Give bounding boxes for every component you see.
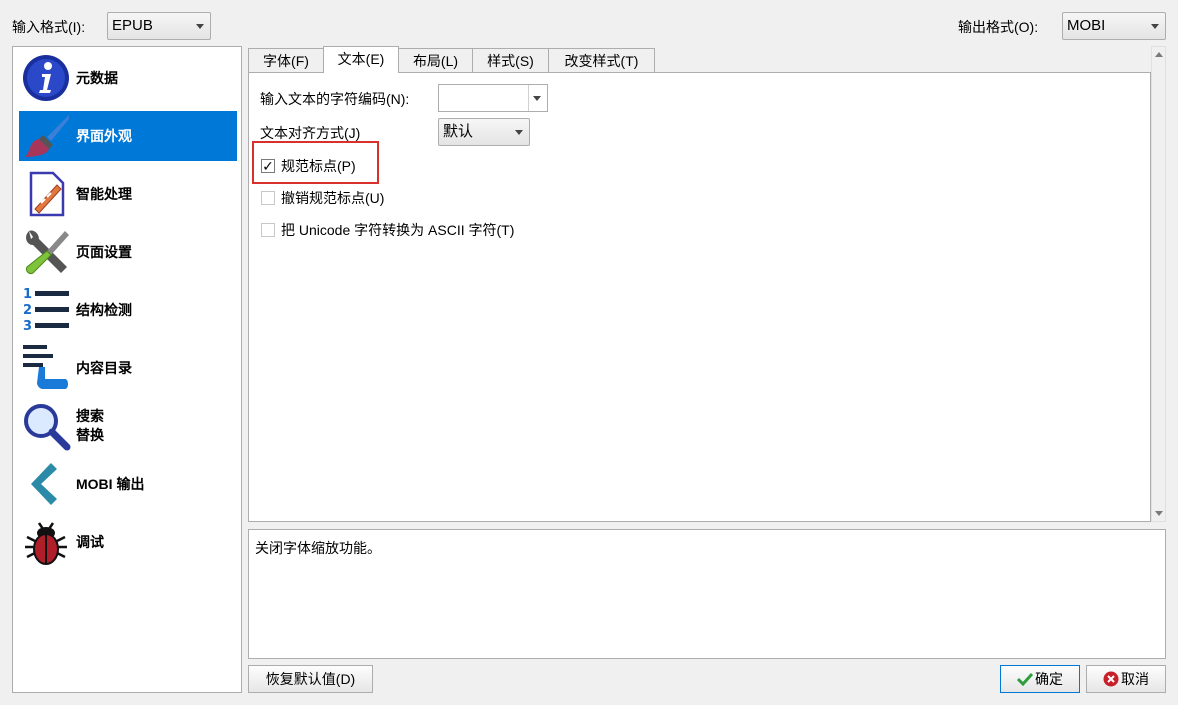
- tab-text[interactable]: 文本(E): [323, 46, 399, 73]
- sidebar-item-metadata[interactable]: 元数据: [19, 53, 237, 103]
- chevron-down-icon: [1151, 24, 1159, 29]
- sidebar-item-label: 元数据: [76, 69, 118, 86]
- scroll-down-icon[interactable]: [1155, 511, 1163, 516]
- sidebar-item-heuristics[interactable]: 智能处理: [19, 169, 237, 219]
- align-label: 文本对齐方式(J): [260, 125, 361, 141]
- bug-icon: [21, 517, 71, 567]
- chevron-down-icon: [196, 24, 204, 29]
- sidebar-item-label: 结构检测: [76, 301, 132, 318]
- sidebar-item-toc[interactable]: 内容目录: [19, 343, 237, 393]
- input-format-value: EPUB: [112, 17, 153, 34]
- input-format-label: 输入格式(I):: [12, 19, 86, 35]
- sidebar-item-label-line2: 替换: [76, 427, 104, 443]
- sidebar-item-label: 调试: [76, 533, 104, 550]
- output-format-label: 输出格式(O):: [958, 19, 1039, 35]
- tab-layout[interactable]: 布局(L): [398, 48, 473, 72]
- sidebar-item-label: 界面外观: [76, 127, 132, 144]
- cancel-icon: [1103, 671, 1119, 687]
- sidebar-item-structure-detection[interactable]: 1 2 3 结构检测: [19, 285, 237, 335]
- sidebar-item-mobi-output[interactable]: MOBI 输出: [19, 459, 237, 509]
- unsmarten-checkbox[interactable]: [261, 191, 275, 205]
- ascii-checkbox[interactable]: [261, 223, 275, 237]
- magnifier-icon: [21, 401, 71, 451]
- panel-scrollbar[interactable]: [1151, 46, 1166, 522]
- encoding-label: 输入文本的字符编码(N):: [260, 91, 410, 107]
- toc-pointer-icon: [21, 343, 71, 393]
- input-format-select[interactable]: EPUB: [107, 12, 211, 40]
- chevron-left-icon: [21, 459, 71, 509]
- scroll-up-icon[interactable]: [1155, 52, 1163, 57]
- annotation-highlight-box: [252, 141, 379, 184]
- sidebar-item-debug[interactable]: 调试: [19, 517, 237, 567]
- tab-transform-styles[interactable]: 改变样式(T): [548, 48, 655, 72]
- align-select[interactable]: 默认: [438, 118, 530, 146]
- sidebar-item-label: 智能处理: [76, 185, 132, 202]
- svg-text:1: 1: [23, 287, 32, 302]
- sidebar-item-look-feel[interactable]: 界面外观: [19, 111, 237, 161]
- output-format-value: MOBI: [1067, 17, 1106, 34]
- sidebar-item-search-replace[interactable]: 搜索 替换: [19, 401, 237, 451]
- combo-divider: [528, 85, 529, 111]
- sidebar: 元数据 界面外观 智能处理 页面设置 1 2 3 结构检测 内容目录 搜索 替换…: [12, 46, 242, 693]
- tab-label: 改变样式(T): [564, 53, 639, 69]
- button-label: 取消: [1121, 671, 1149, 687]
- text-options-panel: 输入文本的字符编码(N): 文本对齐方式(J) 默认 ✓ 规范标点(P) 撤销规…: [248, 72, 1151, 522]
- numbered-list-icon: 1 2 3: [21, 285, 71, 335]
- button-label: 恢复默认值(D): [265, 671, 356, 687]
- tab-font[interactable]: 字体(F): [248, 48, 324, 72]
- svg-text:2: 2: [23, 303, 32, 318]
- ascii-label[interactable]: 把 Unicode 字符转换为 ASCII 字符(T): [281, 220, 514, 240]
- sidebar-item-label: 页面设置: [76, 243, 132, 260]
- sidebar-item-label: 搜索: [76, 408, 104, 424]
- info-icon: [21, 53, 71, 103]
- paintbrush-icon: [21, 111, 71, 161]
- tab-label: 布局(L): [412, 53, 459, 69]
- tools-icon: [21, 227, 71, 277]
- chevron-down-icon: [533, 96, 541, 101]
- cancel-button[interactable]: 取消: [1086, 665, 1166, 693]
- output-format-select[interactable]: MOBI: [1062, 12, 1166, 40]
- ok-button[interactable]: 确定: [1000, 665, 1080, 693]
- tab-label: 样式(S): [487, 53, 534, 69]
- unsmarten-label[interactable]: 撤销规范标点(U): [281, 188, 384, 208]
- tab-label: 字体(F): [263, 53, 309, 69]
- svg-text:3: 3: [23, 319, 32, 334]
- tab-label: 文本(E): [337, 51, 385, 67]
- button-label: 确定: [1035, 671, 1063, 687]
- chevron-down-icon: [515, 130, 523, 135]
- restore-defaults-button[interactable]: 恢复默认值(D): [248, 665, 373, 693]
- sidebar-item-label: 内容目录: [76, 359, 132, 376]
- encoding-combo[interactable]: [438, 84, 548, 112]
- align-value: 默认: [443, 123, 474, 140]
- help-description: 关闭字体缩放功能。: [248, 529, 1166, 659]
- sidebar-item-label: MOBI 输出: [76, 475, 145, 492]
- document-magic-icon: [21, 169, 71, 219]
- tab-styling[interactable]: 样式(S): [472, 48, 549, 72]
- sidebar-item-page-setup[interactable]: 页面设置: [19, 227, 237, 277]
- checkmark-icon: [1016, 672, 1034, 687]
- help-text: 关闭字体缩放功能。: [255, 540, 381, 556]
